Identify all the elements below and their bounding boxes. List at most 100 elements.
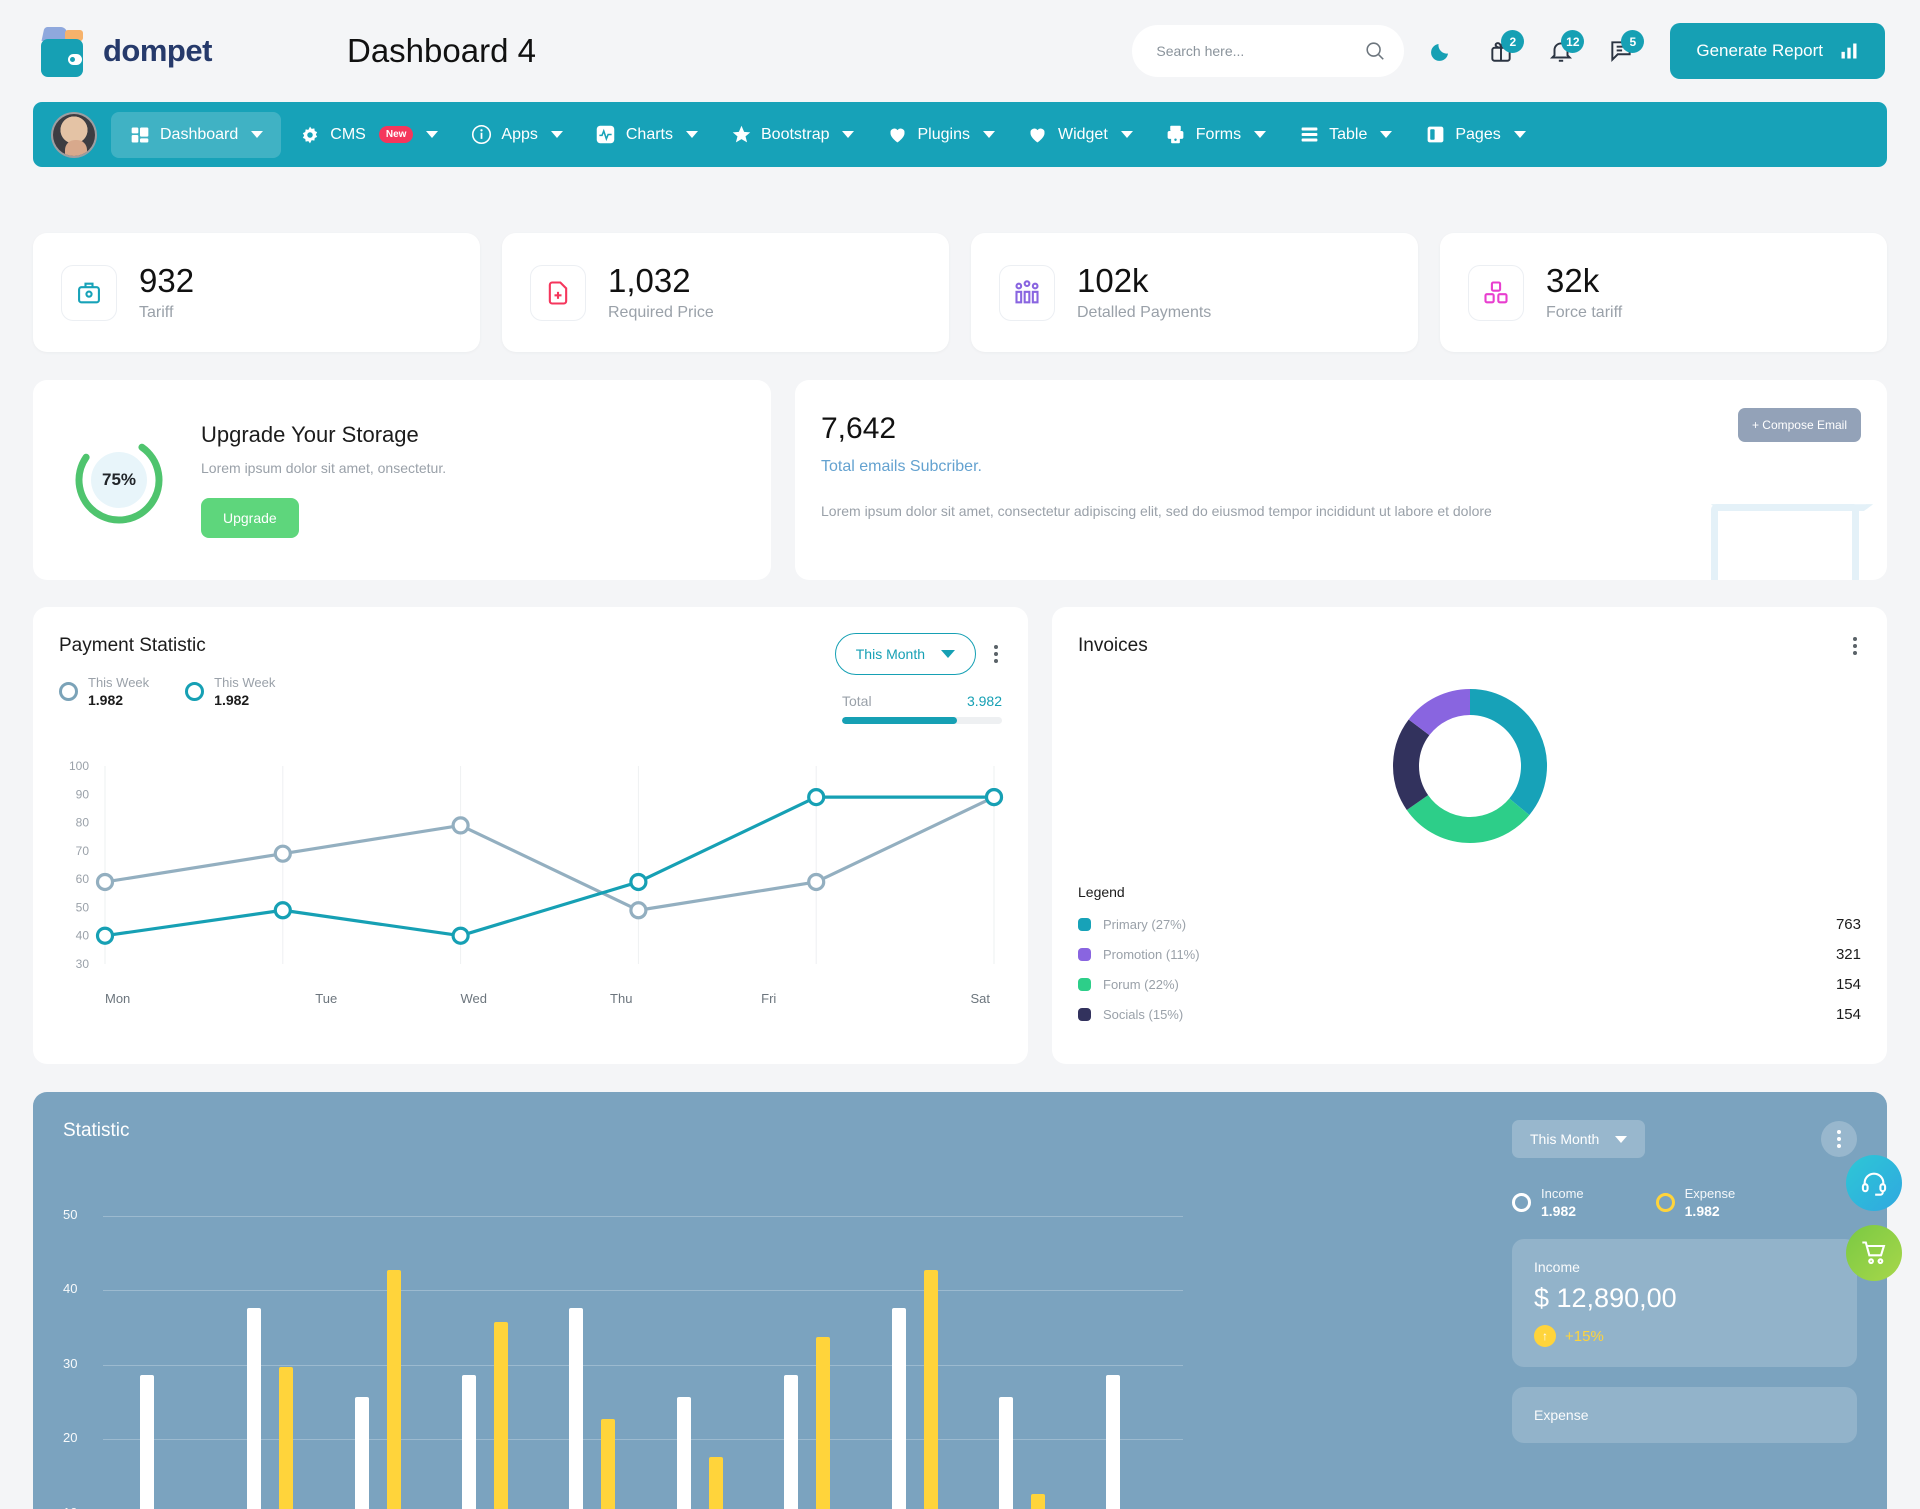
kpi-card-tariff: 932 Tariff [33, 233, 480, 353]
search-box[interactable] [1132, 25, 1405, 77]
brand-logo[interactable]: dompet [35, 25, 335, 77]
nav-item-bootstrap[interactable]: Bootstrap [716, 114, 868, 156]
total-value: 3.982 [966, 693, 1002, 710]
bar-expense[interactable] [816, 1337, 831, 1509]
legend-ring-icon [1655, 1193, 1675, 1213]
nav-item-widget[interactable]: Widget [1013, 114, 1147, 156]
bar-income[interactable] [461, 1374, 476, 1509]
chevron-down-icon [842, 131, 855, 138]
legend-name: Income [1541, 1186, 1584, 1202]
bar-expense[interactable] [923, 1270, 938, 1509]
header-actions: 2 12 5 Generate Report [1132, 23, 1885, 79]
moon-icon[interactable] [1429, 39, 1453, 63]
legend-item[interactable]: This Week 1.982 [185, 675, 275, 708]
bar-group [753, 1178, 860, 1509]
legend-value: 321 [1835, 946, 1861, 964]
bar-income[interactable] [569, 1307, 584, 1509]
legend-row[interactable]: Promotion (11%) 321 [1078, 946, 1861, 963]
svg-text:90: 90 [76, 788, 90, 802]
bar-group [539, 1178, 646, 1509]
svg-text:100: 100 [69, 759, 89, 773]
nav-item-cms[interactable]: CMS New [285, 114, 452, 156]
svg-text:40: 40 [76, 929, 90, 943]
nav-item-plugins[interactable]: Plugins [872, 114, 1008, 156]
payment-more-button[interactable] [990, 641, 1002, 667]
file-plus-icon [530, 264, 586, 321]
search-icon[interactable] [1364, 40, 1386, 62]
nav-item-apps[interactable]: Apps [456, 114, 576, 156]
legend-name: Socials (15%) [1103, 1007, 1184, 1023]
y-axis-label: 40 [63, 1281, 78, 1297]
legend-item[interactable]: Expense 1.982 [1655, 1186, 1735, 1219]
upgrade-button[interactable]: Upgrade [201, 498, 299, 539]
bar-income[interactable] [784, 1374, 799, 1509]
payment-period-select[interactable]: This Month [834, 633, 976, 676]
kpi-card-required-price: 1,032 Required Price [502, 233, 949, 353]
bar-income[interactable] [891, 1307, 906, 1509]
bar-expense[interactable] [493, 1322, 508, 1509]
email-subtitle: Total emails Subcriber. [821, 458, 982, 476]
bell-badge: 12 [1561, 30, 1585, 53]
bar-income[interactable] [1106, 1374, 1121, 1509]
legend-row[interactable]: Primary (27%) 763 [1078, 916, 1861, 933]
payment-total: Total 3.982 [842, 693, 1002, 725]
legend-item[interactable]: This Week 1.982 [59, 675, 149, 708]
search-input[interactable] [1156, 43, 1365, 59]
svg-text:50: 50 [76, 901, 90, 915]
kpi-label: Force tariff [1546, 304, 1623, 322]
bar-expense[interactable] [1030, 1493, 1045, 1509]
bar-group [861, 1178, 968, 1509]
legend-row[interactable]: Socials (15%) 154 [1078, 1006, 1861, 1023]
bar-expense[interactable] [279, 1367, 294, 1509]
nav-label: Dashboard [160, 125, 239, 143]
bar-expense[interactable] [708, 1456, 723, 1509]
generate-report-button[interactable]: Generate Report [1670, 23, 1885, 79]
statistic-period-select[interactable]: This Month [1512, 1120, 1646, 1159]
bar-expense[interactable] [601, 1419, 616, 1509]
secondary-row: 75% Upgrade Your Storage Lorem ipsum dol… [33, 380, 1887, 581]
bar-expense[interactable] [386, 1270, 401, 1509]
page-title: Dashboard 4 [347, 32, 536, 69]
kpi-card-force-tariff: 32k Force tariff [1440, 233, 1887, 353]
legend-item[interactable]: Income 1.982 [1512, 1186, 1584, 1219]
bar-income[interactable] [354, 1397, 369, 1509]
nav-item-dashboard[interactable]: Dashboard [111, 111, 282, 158]
chevron-down-icon [1380, 131, 1393, 138]
boxes-icon [1468, 264, 1524, 321]
nav-item-forms[interactable]: Forms [1151, 114, 1280, 156]
bar-income[interactable] [676, 1397, 691, 1509]
heart-icon [886, 124, 908, 146]
bar-group [646, 1178, 753, 1509]
legend-name: Forum (22%) [1103, 977, 1179, 993]
book-icon [1424, 124, 1446, 146]
chevron-down-icon [251, 131, 264, 138]
legend-swatch-icon [1078, 1008, 1091, 1022]
cart-fab[interactable] [1846, 1225, 1902, 1281]
legend-value: 154 [1835, 976, 1861, 994]
legend-ring-icon [185, 682, 205, 702]
bar-income[interactable] [998, 1397, 1013, 1509]
svg-text:70: 70 [76, 844, 90, 858]
gifts-button[interactable]: 2 [1478, 28, 1525, 74]
svg-text:30: 30 [76, 957, 90, 971]
nav-item-pages[interactable]: Pages [1410, 114, 1539, 156]
avatar[interactable] [51, 111, 97, 158]
statistic-expense-card: Expense [1512, 1387, 1857, 1444]
statistic-more-button[interactable] [1821, 1121, 1857, 1158]
legend-row[interactable]: Forum (22%) 154 [1078, 976, 1861, 993]
chevron-down-icon [686, 131, 698, 138]
invoices-more-button[interactable] [1849, 633, 1861, 659]
bar-income[interactable] [247, 1307, 262, 1509]
nav-item-table[interactable]: Table [1284, 114, 1406, 156]
x-axis-label: Tue [315, 991, 338, 1007]
dark-mode-toggle[interactable] [1418, 28, 1464, 74]
support-fab[interactable] [1846, 1155, 1902, 1211]
notifications-button[interactable]: 12 [1538, 28, 1585, 74]
nav-label: Table [1329, 125, 1368, 143]
messages-button[interactable]: 5 [1598, 28, 1645, 74]
nav-item-charts[interactable]: Charts [581, 114, 712, 156]
chevron-down-icon [982, 131, 995, 138]
compose-email-button[interactable]: + Compose Email [1737, 408, 1861, 443]
dashboard-page: dompet Dashboard 4 2 [0, 0, 1920, 1509]
bar-income[interactable] [139, 1374, 154, 1509]
